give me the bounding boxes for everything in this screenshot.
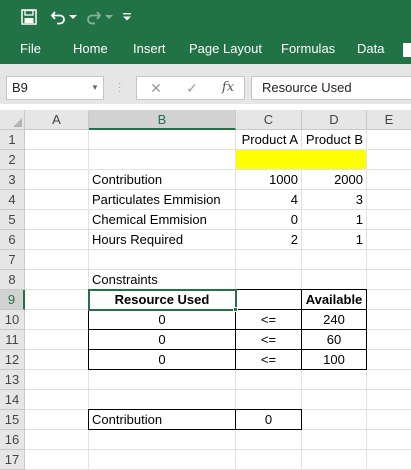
cell-b10[interactable]: 0 [89, 310, 235, 330]
row-header-8[interactable]: 8 [0, 270, 25, 290]
column-header-d[interactable]: D [302, 110, 367, 130]
cell-c12[interactable]: <= [236, 350, 301, 370]
tab-data[interactable]: Data [357, 40, 384, 58]
name-box[interactable]: B9 [6, 76, 104, 100]
row-header-17[interactable]: 17 [0, 450, 25, 470]
cell-b5[interactable]: Chemical Emmision [89, 210, 235, 230]
highlight-c2-d2[interactable] [236, 150, 366, 169]
row-header-4[interactable]: 4 [0, 190, 25, 210]
row-header-12[interactable]: 12 [0, 350, 25, 370]
cell-b12[interactable]: 0 [89, 350, 235, 370]
row-header-5[interactable]: 5 [0, 210, 25, 230]
select-all-corner[interactable] [0, 110, 25, 130]
fill-handle[interactable] [233, 307, 238, 312]
cancel-icon[interactable]: ✕ [148, 80, 164, 96]
row-header-13[interactable]: 13 [0, 370, 25, 390]
cell-b11[interactable]: 0 [89, 330, 235, 350]
tab-overflow-edge [403, 43, 411, 57]
cell-c10[interactable]: <= [236, 310, 301, 330]
ribbon: File Home Insert Page Layout Formulas Da… [0, 0, 411, 64]
tab-formulas[interactable]: Formulas [281, 40, 335, 58]
formula-input[interactable]: Resource Used [251, 76, 411, 100]
row-header-6[interactable]: 6 [0, 230, 25, 250]
cell-b3[interactable]: Contribution [89, 170, 235, 190]
row-header-16[interactable]: 16 [0, 430, 25, 450]
save-icon[interactable] [18, 6, 40, 28]
row-header-1[interactable]: 1 [0, 130, 25, 150]
cell-d4[interactable]: 3 [302, 190, 366, 210]
cell-d6[interactable]: 1 [302, 230, 366, 250]
separator-grip-icon[interactable]: · · · [118, 79, 122, 97]
column-header-a[interactable]: A [25, 110, 89, 130]
cell-c11[interactable]: <= [236, 330, 301, 350]
toolbar-strip [0, 64, 411, 76]
name-box-dropdown-icon[interactable]: ▼ [91, 83, 99, 93]
tab-file[interactable]: File [20, 40, 41, 58]
row-header-3[interactable]: 3 [0, 170, 25, 190]
cell-d9[interactable]: Available [302, 290, 366, 310]
cell-d11[interactable]: 60 [302, 330, 366, 350]
gridline [25, 449, 411, 450]
row-header-7[interactable]: 7 [0, 250, 25, 270]
cell-d5[interactable]: 1 [302, 210, 366, 230]
row-header-10[interactable]: 10 [0, 310, 25, 330]
row-header-14[interactable]: 14 [0, 390, 25, 410]
cell-d1[interactable]: Product B [302, 130, 366, 150]
cell-c5[interactable]: 0 [236, 210, 301, 230]
row-header-9[interactable]: 9 [0, 290, 25, 310]
undo-icon[interactable] [48, 6, 68, 28]
cell-c15[interactable]: 0 [236, 410, 301, 430]
undo-dropdown-icon[interactable] [68, 6, 78, 28]
row-header-15[interactable]: 15 [0, 410, 25, 430]
column-header-c[interactable]: C [236, 110, 302, 130]
cell-b15[interactable]: Contribution [89, 410, 235, 430]
tab-insert[interactable]: Insert [133, 40, 166, 58]
customize-toolbar-icon[interactable] [121, 6, 133, 28]
column-header-b[interactable]: B [89, 110, 236, 130]
cell-b8[interactable]: Constraints [89, 270, 235, 290]
cell-c3[interactable]: 1000 [236, 170, 301, 190]
column-header-e[interactable]: E [367, 110, 411, 130]
cell-d12[interactable]: 100 [302, 350, 366, 370]
cell-d10[interactable]: 240 [302, 310, 366, 330]
active-cell-selection[interactable] [88, 289, 237, 311]
redo-icon[interactable] [84, 6, 104, 28]
cell-c4[interactable]: 4 [236, 190, 301, 210]
enter-icon[interactable]: ✓ [184, 80, 200, 96]
tab-home[interactable]: Home [73, 40, 108, 58]
gridline [25, 389, 411, 390]
insert-function-icon[interactable]: fx [219, 80, 237, 96]
redo-dropdown-icon[interactable] [104, 6, 114, 28]
row-header-2[interactable]: 2 [0, 150, 25, 170]
cell-d3[interactable]: 2000 [302, 170, 366, 190]
cell-c6[interactable]: 2 [236, 230, 301, 250]
worksheet-grid[interactable]: A B C D E 1 2 3 4 5 6 7 8 9 10 11 12 13 … [0, 110, 411, 470]
tab-page-layout[interactable]: Page Layout [189, 40, 262, 58]
cell-b6[interactable]: Hours Required [89, 230, 235, 250]
row-header-11[interactable]: 11 [0, 330, 25, 350]
cell-b4[interactable]: Particulates Emmision [89, 190, 235, 210]
cell-c1[interactable]: Product A [236, 130, 301, 150]
